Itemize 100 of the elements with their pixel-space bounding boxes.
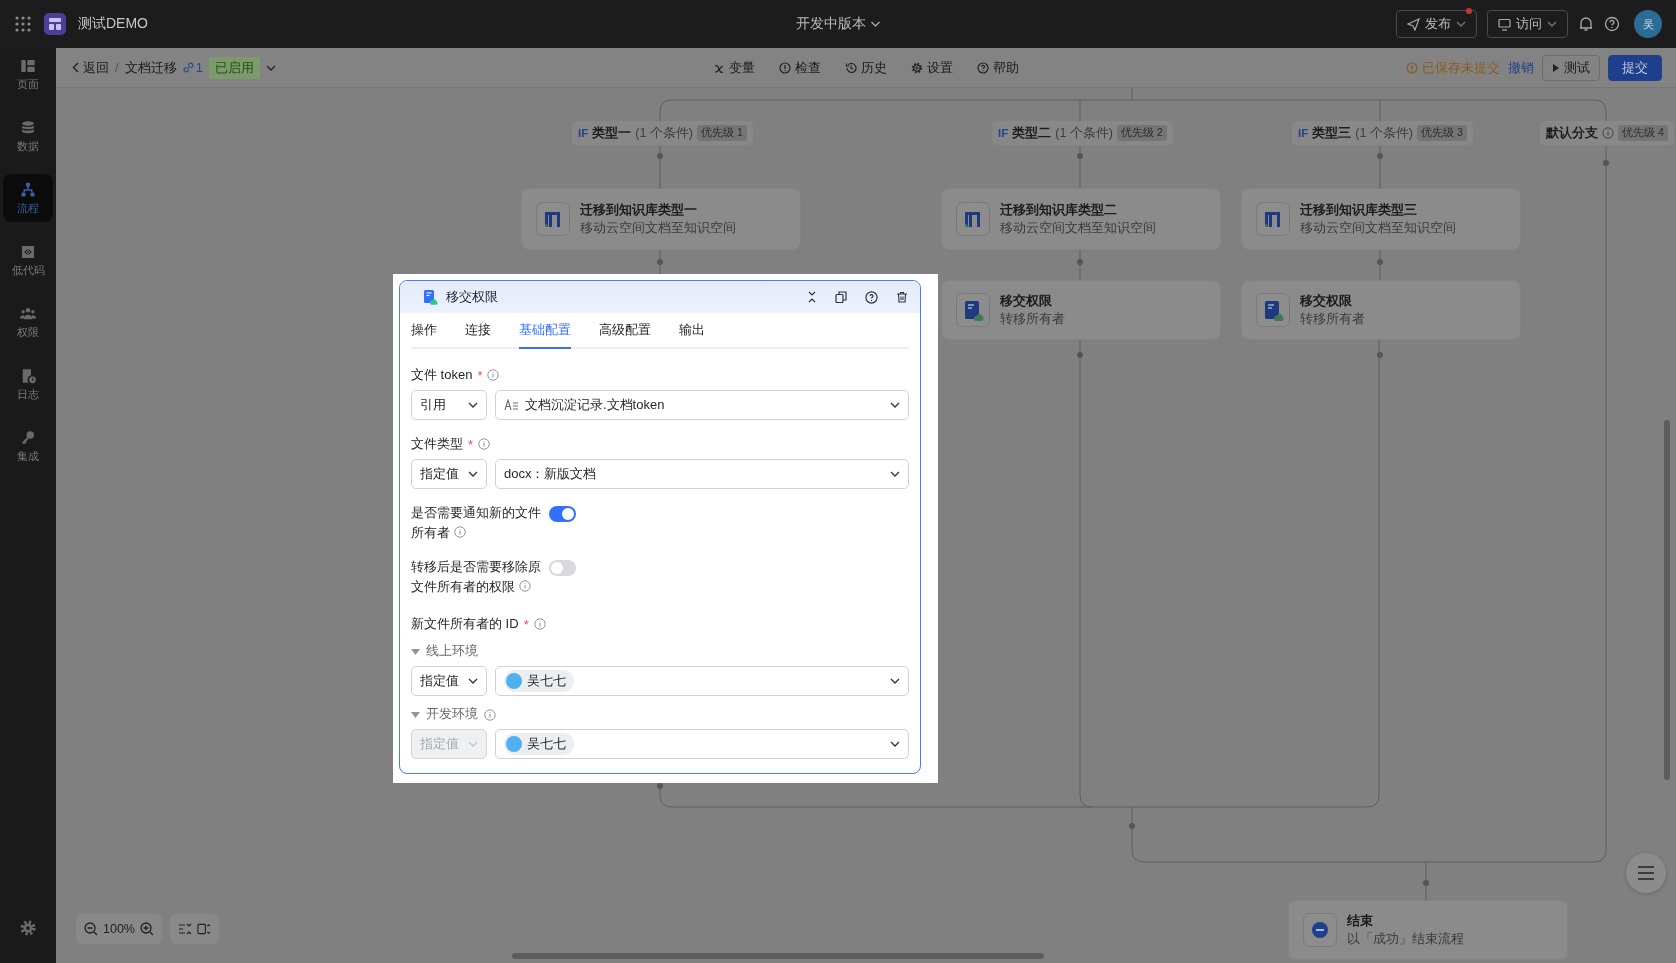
- collapse-icon[interactable]: [807, 291, 817, 303]
- visit-button[interactable]: 访问: [1487, 10, 1568, 38]
- flow-node[interactable]: 迁移到知识库类型一 移动云空间文档至知识空间: [521, 188, 801, 250]
- connector-dot: [1603, 160, 1609, 166]
- section-label: 开发环境: [426, 706, 478, 723]
- undo-link[interactable]: 撤销: [1508, 58, 1534, 77]
- info-icon: [519, 580, 531, 592]
- branch-label[interactable]: 默认分支 优先级 4: [1540, 121, 1674, 145]
- publish-button[interactable]: 发布: [1396, 10, 1477, 38]
- chevron-down-icon: [468, 741, 478, 747]
- panel-tab[interactable]: 输出: [679, 313, 705, 349]
- submit-button[interactable]: 提交: [1608, 54, 1662, 81]
- connector-dot: [1129, 823, 1135, 829]
- link-icon: [182, 62, 194, 73]
- bell-icon[interactable]: [1578, 16, 1594, 32]
- flow-node[interactable]: 移交权限 转移所有者: [1241, 280, 1521, 340]
- section-label: 线上环境: [426, 643, 478, 660]
- triangle-down-icon[interactable]: [411, 710, 420, 719]
- help-icon[interactable]: [865, 290, 878, 304]
- zoom-level: 100%: [103, 922, 135, 936]
- help-icon: [977, 61, 989, 74]
- document-stack-icon: [536, 202, 570, 236]
- dropdown-chevron-icon[interactable]: [265, 64, 276, 71]
- connector-dot: [657, 259, 663, 265]
- toggle-label: 是否需要通知新的文件所有者: [411, 504, 542, 542]
- chevron-down-icon: [890, 741, 900, 747]
- field-label: 新文件所有者的 ID: [411, 615, 519, 633]
- connector-dot: [1077, 352, 1083, 358]
- test-button[interactable]: 测试: [1542, 54, 1600, 81]
- connector-dot: [1077, 153, 1083, 159]
- toolbar-button[interactable]: 历史: [845, 58, 887, 77]
- branch-label[interactable]: IF 类型二 (1 个条件) 优先级 2: [992, 121, 1173, 145]
- toolbar-button[interactable]: 设置: [911, 58, 953, 77]
- chevron-down-icon: [468, 678, 478, 684]
- flow-node[interactable]: 迁移到知识库类型二 移动云空间文档至知识空间: [941, 188, 1221, 250]
- document-cloud-icon: [956, 293, 990, 327]
- toggle-switch[interactable]: [549, 506, 576, 522]
- panel-title: 移交权限: [446, 288, 499, 306]
- horizontal-scrollbar[interactable]: [512, 953, 1044, 959]
- chevron-down-icon: [870, 21, 881, 27]
- branch-label[interactable]: IF 类型一 (1 个条件) 优先级 1: [572, 121, 753, 145]
- connector-dot: [1377, 153, 1383, 159]
- info-icon: [487, 369, 500, 381]
- stop-icon: [1303, 913, 1337, 947]
- panel-tab[interactable]: 连接: [465, 313, 491, 349]
- zoom-out-icon[interactable]: [84, 922, 98, 936]
- toggle-switch[interactable]: [549, 560, 576, 576]
- mode-select[interactable]: 指定值: [411, 666, 487, 696]
- value-select[interactable]: docx：新版文档: [495, 459, 909, 489]
- chevron-down-icon: [468, 471, 478, 477]
- sidebar-item[interactable]: 低代码: [3, 236, 53, 284]
- toolbar-button[interactable]: 检查: [779, 58, 821, 77]
- fit-view-icon[interactable]: [197, 922, 211, 936]
- toolbar-button[interactable]: 帮助: [977, 58, 1019, 77]
- back-link[interactable]: 返回: [72, 58, 109, 77]
- connector-dot: [1423, 880, 1429, 886]
- panel-tab[interactable]: 基础配置: [519, 313, 571, 349]
- mode-select[interactable]: 引用: [411, 390, 487, 420]
- value-select[interactable]: 文档沉淀记录.文档token: [495, 390, 909, 420]
- settings-icon[interactable]: [19, 919, 37, 937]
- required-mark: *: [523, 616, 529, 632]
- panel-tab[interactable]: 操作: [411, 313, 437, 349]
- triangle-down-icon[interactable]: [411, 647, 420, 656]
- vertical-scrollbar[interactable]: [1664, 420, 1670, 780]
- breadcrumb-separator: /: [115, 60, 119, 75]
- sidebar-item[interactable]: 流程: [3, 174, 53, 222]
- warning-icon: [1406, 61, 1418, 74]
- copy-icon[interactable]: [835, 291, 847, 303]
- info-icon: [533, 618, 546, 630]
- sidebar-item[interactable]: 日志: [3, 360, 53, 408]
- field-label: 文件 token: [411, 366, 473, 384]
- sidebar-item[interactable]: 页面: [3, 50, 53, 98]
- person-select[interactable]: 吴七七: [495, 729, 909, 759]
- person-select[interactable]: 吴七七: [495, 666, 909, 696]
- status-tag: 已启用: [208, 56, 260, 79]
- sidebar-item[interactable]: 数据: [3, 112, 53, 160]
- chevron-left-icon: [72, 62, 79, 73]
- version-dropdown[interactable]: 开发中版本: [795, 15, 881, 33]
- flow-node[interactable]: 迁移到知识库类型三 移动云空间文档至知识空间: [1241, 188, 1521, 250]
- help-icon[interactable]: [1604, 16, 1620, 32]
- zoom-in-icon[interactable]: [140, 922, 154, 936]
- chevron-down-icon: [1456, 21, 1466, 27]
- key-icon: [19, 428, 37, 447]
- sidebar-item[interactable]: 集成: [3, 422, 53, 470]
- panel-tab[interactable]: 高级配置: [599, 313, 651, 349]
- info-icon: [454, 526, 466, 538]
- apps-grid-icon[interactable]: [14, 15, 32, 33]
- field-label: 文件类型: [411, 435, 463, 453]
- end-node[interactable]: 结束 以「成功」结束流程: [1288, 900, 1568, 960]
- user-avatar[interactable]: 吴: [1634, 10, 1662, 38]
- toolbar-button[interactable]: 变量: [713, 58, 755, 77]
- menu-button[interactable]: [1626, 853, 1666, 893]
- document-cloud-icon: [422, 289, 438, 305]
- mode-select[interactable]: 指定值: [411, 459, 487, 489]
- flow-node[interactable]: 移交权限 转移所有者: [941, 280, 1221, 340]
- flow-name: 文档迁移: [124, 58, 177, 77]
- collapse-icon[interactable]: [178, 922, 192, 936]
- delete-icon[interactable]: [896, 291, 908, 303]
- sidebar-item[interactable]: 权限: [3, 298, 53, 346]
- branch-label[interactable]: IF 类型三 (1 个条件) 优先级 3: [1292, 121, 1473, 145]
